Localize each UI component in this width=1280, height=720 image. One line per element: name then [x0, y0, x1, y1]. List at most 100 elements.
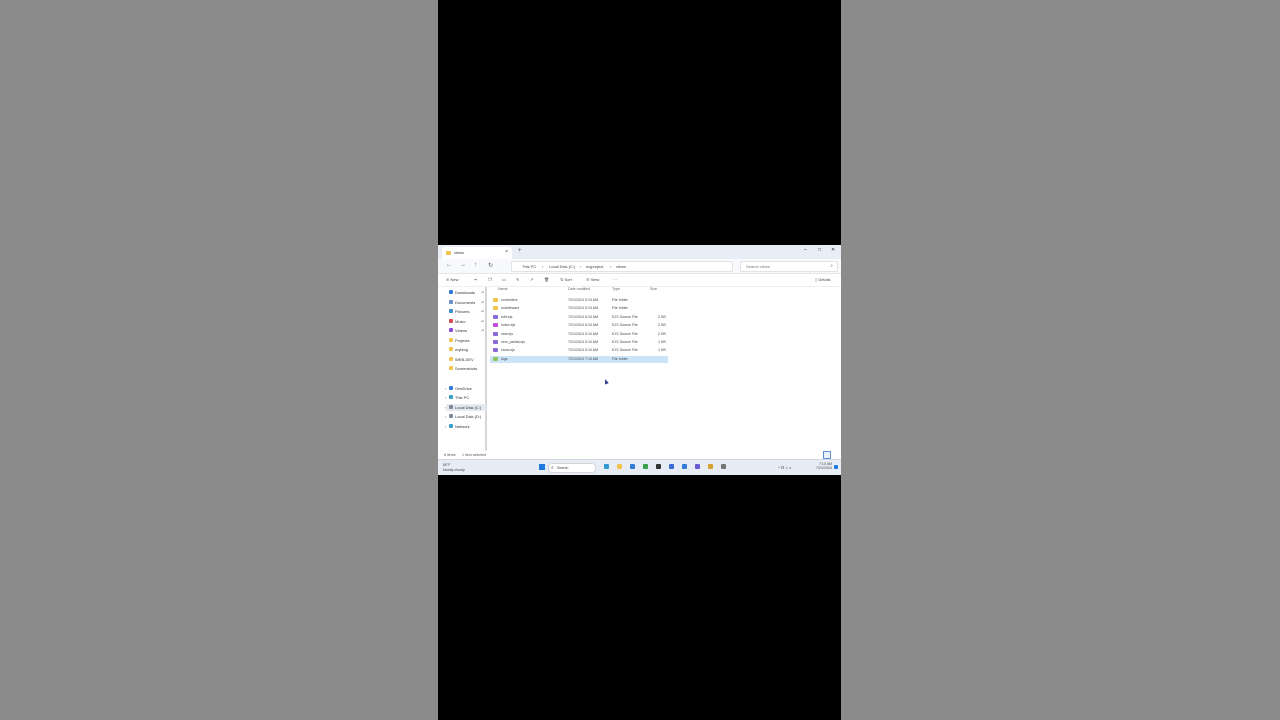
nav-item[interactable]: Videos ⊿: [446, 327, 486, 334]
chevron-right-icon[interactable]: ›: [445, 395, 446, 400]
file-row[interactable]: controllers 7/21/2024 5:10 AM File folder: [490, 297, 668, 304]
refresh-button[interactable]: ↻: [488, 262, 493, 269]
nav-item[interactable]: Pictures ⊿: [446, 308, 486, 315]
nav-item[interactable]: › This PC: [445, 394, 486, 401]
file-row[interactable]: logs 7/21/2024 7:10 AM File folder: [490, 355, 668, 363]
nav-item[interactable]: Documents ⊿: [446, 299, 486, 306]
file-date: 7/21/2024 5:10 AM: [568, 306, 599, 311]
paste-icon[interactable]: ▭: [502, 277, 506, 282]
details-button[interactable]: ▯ Details: [815, 277, 831, 282]
delete-icon[interactable]: 🗑: [544, 277, 549, 282]
maximize-button[interactable]: □: [818, 247, 821, 253]
system-tray[interactable]: ^ ⊡ ⌂ ◖: [778, 465, 791, 470]
sort-button[interactable]: ⇅ Sort: [560, 277, 572, 282]
breadcrumb-item[interactable]: This PC: [522, 264, 536, 269]
chevron-right-icon[interactable]: ›: [445, 424, 446, 429]
photos-icon[interactable]: [708, 464, 713, 469]
file-type: EJS Source File: [612, 331, 638, 336]
view-button[interactable]: ☰ View: [586, 277, 599, 282]
chrome-icon[interactable]: [643, 464, 648, 469]
rename-icon[interactable]: ✎: [516, 277, 519, 282]
code-file-icon: [493, 348, 498, 353]
nav-item-label: Local Disk (C:): [455, 404, 482, 410]
right-blurred-background: [841, 0, 1280, 720]
code-file-icon: [493, 331, 498, 336]
nav-item[interactable]: WEB-DEV: [446, 356, 486, 363]
nav-item[interactable]: Projects: [446, 337, 486, 344]
details-view-toggle[interactable]: [823, 451, 831, 459]
file-row[interactable]: middleware 7/21/2024 5:10 AM File folder: [490, 305, 668, 312]
column-header-name[interactable]: Name: [498, 287, 508, 291]
teams-icon[interactable]: [695, 464, 700, 469]
taskbar-search[interactable]: ⌕ Search: [548, 463, 596, 473]
video-frame: views × + – □ ✕ ← → ↑ ↻ This PC › Local …: [438, 0, 841, 720]
file-row[interactable]: new.ejs 7/21/2024 5:10 AM EJS Source File 2…: [490, 331, 668, 338]
cut-icon[interactable]: ✂: [474, 277, 477, 282]
column-header-type[interactable]: Type: [612, 287, 620, 291]
nav-item[interactable]: Screenshots: [446, 365, 486, 372]
nav-item[interactable]: › Local Disk (D:): [445, 413, 486, 420]
chevron-right-icon[interactable]: ›: [445, 386, 446, 391]
file-row[interactable]: edit.ejs 7/21/2024 5:10 AM EJS Source File…: [490, 314, 668, 321]
nav-item-icon: [449, 328, 453, 332]
share-icon[interactable]: ↗: [530, 277, 533, 282]
clock[interactable]: 7:10 AM 7/21/2024: [810, 462, 832, 470]
tab-close-icon[interactable]: ×: [505, 249, 508, 255]
view-label: View: [590, 277, 600, 282]
search-input[interactable]: Search views ⌕: [740, 261, 838, 272]
notification-icon[interactable]: [834, 465, 838, 469]
chevron-right-icon[interactable]: ›: [445, 405, 446, 410]
nav-item[interactable]: Music ⊿: [446, 318, 486, 325]
breadcrumb-item[interactable]: myproject: [586, 264, 603, 269]
nav-item-label: myblog: [455, 347, 468, 352]
settings-icon[interactable]: [721, 464, 726, 469]
file-size: 1 KB: [658, 340, 666, 344]
more-options-button[interactable]: ···: [613, 277, 617, 282]
new-tab-button[interactable]: +: [518, 248, 522, 254]
copy-icon[interactable]: ❐: [488, 277, 492, 282]
forward-button[interactable]: →: [460, 262, 466, 268]
nav-item[interactable]: myblog: [446, 346, 486, 353]
breadcrumb-item[interactable]: Local Disk (C:): [549, 264, 575, 269]
breadcrumb-separator: ›: [542, 264, 544, 269]
nav-item[interactable]: › Network: [445, 423, 486, 430]
folder-icon: [493, 356, 498, 361]
command-bar: ⊕ New ✂ ❐ ▭ ✎ ↗ 🗑 ⇅ Sort ☰ View ··· ▯ De…: [438, 274, 841, 287]
nav-item-label: This PC: [455, 395, 470, 400]
back-button[interactable]: ←: [446, 262, 452, 268]
nav-item[interactable]: › OneDrive: [445, 385, 486, 392]
file-row[interactable]: new_partial.ejs 7/21/2024 5:10 AM EJS Sour…: [490, 339, 668, 346]
nav-item-label: Local Disk (D:): [455, 414, 482, 419]
vscode-icon[interactable]: [630, 464, 635, 469]
file-row[interactable]: show.ejs 7/21/2024 5:10 AM EJS Source File…: [490, 347, 668, 354]
breadcrumb-item[interactable]: views: [616, 264, 626, 269]
explorer-tab[interactable]: views ×: [442, 247, 512, 259]
file-row[interactable]: index.ejs 7/21/2024 5:10 AM EJS Source Fil…: [490, 322, 668, 329]
selection-count: 1 item selected: [462, 453, 487, 457]
column-header-date[interactable]: Date modified: [568, 287, 590, 291]
minimize-button[interactable]: –: [804, 247, 807, 253]
nav-item[interactable]: Downloads ⊿: [446, 289, 486, 296]
pin-icon: ⊿: [480, 289, 484, 294]
column-header-size[interactable]: Size: [650, 287, 657, 291]
store-icon[interactable]: [669, 464, 674, 469]
start-button[interactable]: [539, 464, 545, 470]
nav-item-label: Pictures: [455, 309, 470, 314]
edge-icon[interactable]: [604, 464, 609, 469]
code-file-icon: [493, 323, 498, 328]
breadcrumb[interactable]: This PC › Local Disk (C:) › myproject › …: [511, 261, 733, 272]
nav-item-icon: [449, 423, 453, 428]
nav-item[interactable]: › Local Disk (C:): [445, 403, 486, 411]
up-button[interactable]: ↑: [474, 262, 477, 268]
file-type: EJS Source File: [612, 314, 638, 319]
pin-icon: ⊿: [480, 308, 484, 313]
file-name: controllers: [501, 298, 518, 302]
explorer-icon[interactable]: [617, 464, 622, 469]
new-button[interactable]: ⊕ New: [446, 277, 458, 282]
tab-title: views: [454, 250, 465, 255]
status-bar: 8 items 1 item selected: [438, 451, 841, 459]
chevron-right-icon[interactable]: ›: [445, 414, 446, 419]
terminal-icon[interactable]: [656, 464, 661, 469]
mail-icon[interactable]: [682, 464, 687, 469]
close-button[interactable]: ✕: [831, 247, 835, 253]
